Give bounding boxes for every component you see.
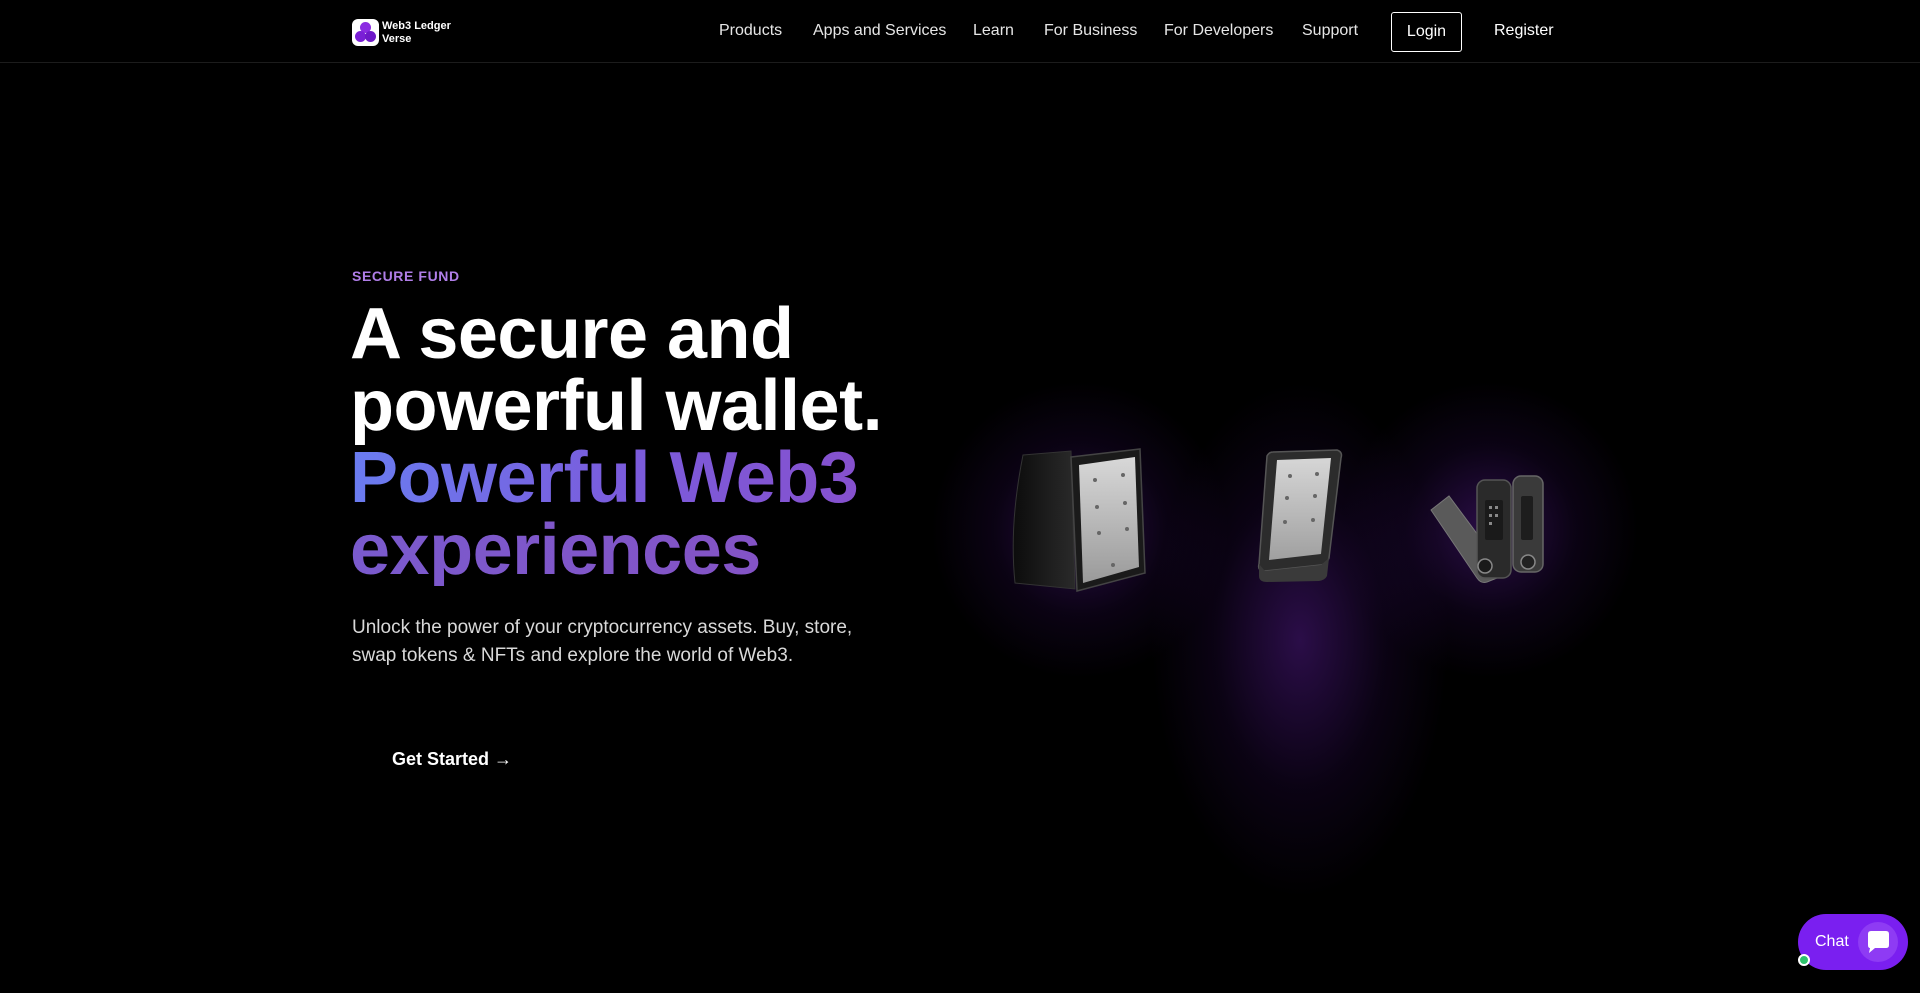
register-button[interactable]: Register (1494, 21, 1554, 41)
nav-item-products[interactable]: Products (719, 21, 782, 41)
chat-bubble-icon (1858, 922, 1898, 962)
site-header: Web3 Ledger Verse Products Apps and Serv… (0, 0, 1920, 63)
brand-logo[interactable]: Web3 Ledger Verse (352, 19, 462, 46)
nav-item-for-developers[interactable]: For Developers (1164, 21, 1273, 41)
chat-button[interactable]: Chat (1798, 914, 1908, 970)
headline-line-2: powerful wallet. (350, 366, 883, 446)
folio-wallet-device (1012, 448, 1146, 592)
headline-line-4: experiences (350, 514, 950, 586)
nav-item-support[interactable]: Support (1302, 21, 1358, 41)
get-started-button[interactable]: Get Started → (392, 747, 512, 771)
brand-name: Web3 Ledger Verse (382, 19, 451, 45)
chat-label: Chat (1815, 933, 1849, 950)
hero-subtitle: Unlock the power of your cryptocurrency … (352, 617, 853, 666)
headline-line-3: Powerful Web3 (350, 442, 950, 514)
headline-line-1: A secure and (350, 294, 794, 374)
nav-item-learn[interactable]: Learn (973, 21, 1014, 41)
nav-item-apps-and-services[interactable]: Apps and Services (813, 21, 946, 41)
touchscreen-wallet-device (1257, 449, 1343, 582)
hero-headline: A secure and powerful wallet. Powerful W… (350, 298, 950, 586)
nav-item-for-business[interactable]: For Business (1044, 21, 1137, 41)
hero-eyebrow: SECURE FUND (352, 268, 460, 284)
usb-wallet-device (1430, 475, 1544, 583)
page: Web3 Ledger Verse Products Apps and Serv… (0, 0, 1920, 993)
online-status-dot (1798, 954, 1810, 966)
logo-icon (352, 19, 379, 46)
login-button[interactable]: Login (1391, 12, 1462, 52)
